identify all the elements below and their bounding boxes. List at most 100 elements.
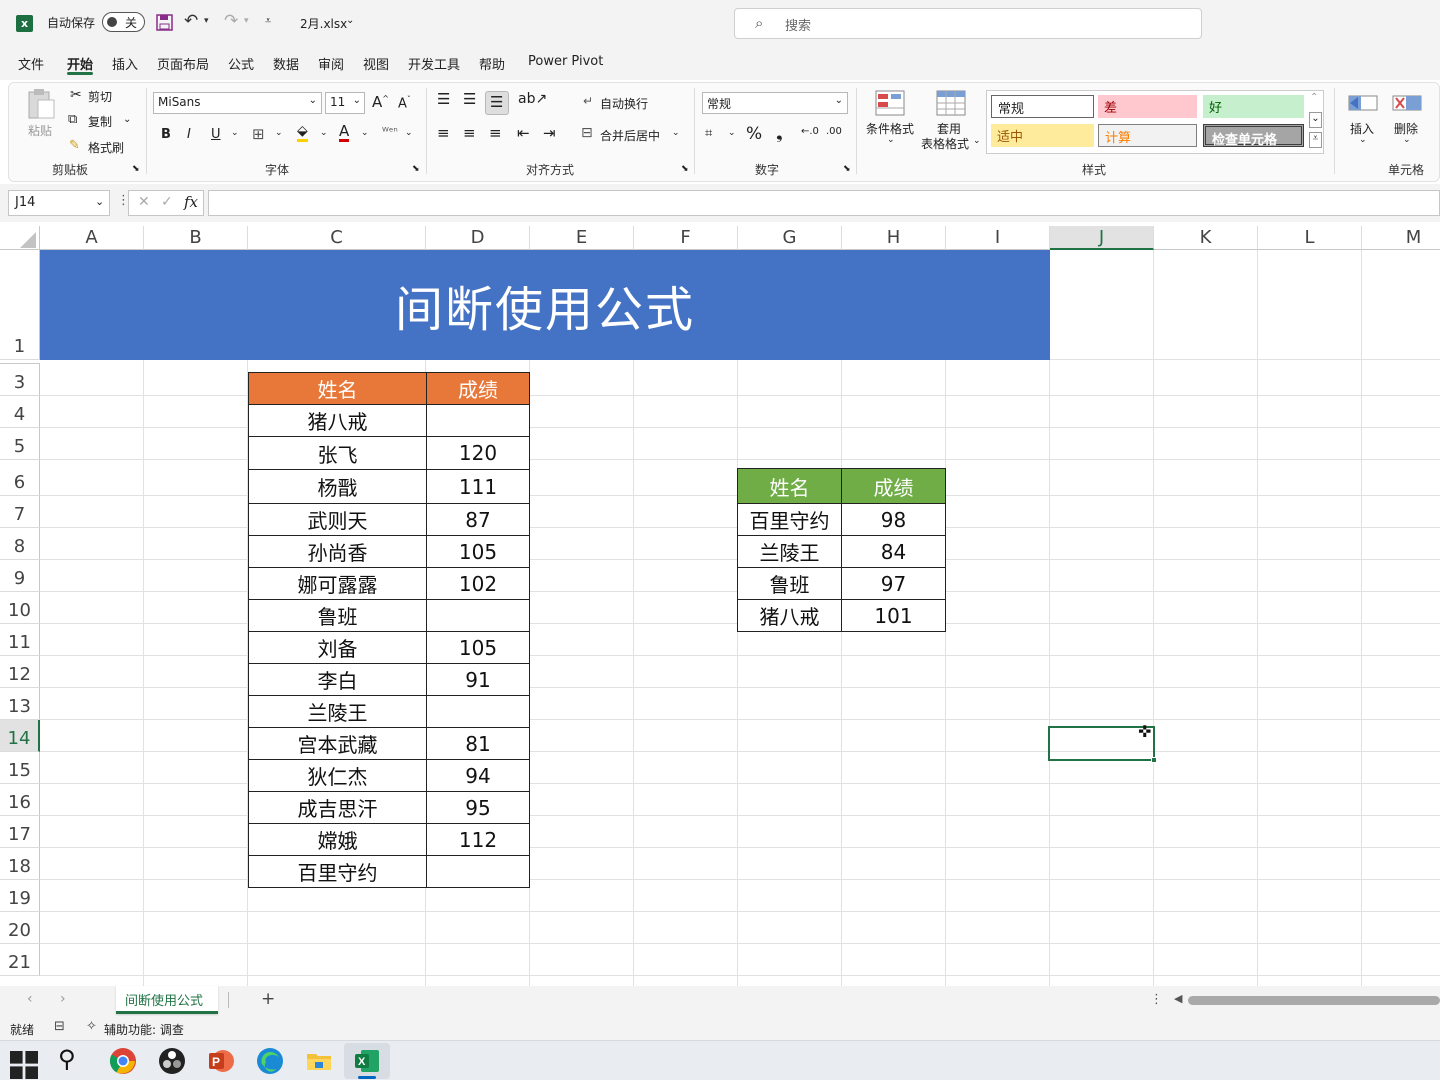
align-middle-icon[interactable]: ☰ xyxy=(463,90,476,108)
obs-icon[interactable] xyxy=(158,1047,186,1075)
row-header-19[interactable]: 19 xyxy=(0,880,40,912)
merge-center-icon[interactable]: ⊟ xyxy=(581,125,593,141)
style-normal[interactable]: 常规 xyxy=(991,95,1094,118)
column-header-j[interactable]: J xyxy=(1050,226,1154,250)
redo-icon[interactable]: ↷ xyxy=(224,11,238,31)
table1-cell-score[interactable]: 81 xyxy=(426,727,530,760)
delete-cells-button[interactable]: 删除 ⌄ xyxy=(1388,88,1426,150)
format-as-table-button[interactable]: 套用 表格格式 ⌄ xyxy=(918,88,982,151)
table2-header-name[interactable]: 姓名 xyxy=(737,468,842,504)
table1-cell-name[interactable]: 刘备 xyxy=(248,631,427,664)
powerpoint-icon[interactable]: P xyxy=(207,1047,235,1075)
chrome-icon[interactable] xyxy=(109,1047,137,1075)
font-name-select[interactable]: MiSans ⌄ xyxy=(153,92,322,114)
table2-cell-score[interactable]: 97 xyxy=(841,567,946,600)
table1-cell-name[interactable]: 成吉思汗 xyxy=(248,791,427,824)
comma-icon[interactable]: ❟ xyxy=(776,124,783,144)
increase-indent-icon[interactable]: ⇥ xyxy=(543,124,556,142)
scroll-left-icon[interactable]: ◀ xyxy=(1174,992,1182,1005)
edge-icon[interactable] xyxy=(256,1047,284,1075)
bold-icon[interactable]: B xyxy=(161,127,171,142)
cancel-icon[interactable]: ✕ xyxy=(138,194,150,210)
increase-font-icon[interactable]: A^ xyxy=(372,93,389,111)
accounting-icon[interactable]: ⌗ xyxy=(705,126,712,141)
row-header-1[interactable]: 1 xyxy=(0,250,40,360)
name-box[interactable]: J14 ⌄ xyxy=(8,190,110,216)
column-header-k[interactable]: K xyxy=(1154,226,1258,250)
column-header-l[interactable]: L xyxy=(1258,226,1362,250)
align-bottom-button[interactable]: ☰ xyxy=(485,91,509,115)
accessibility-icon[interactable]: ✧ xyxy=(86,1019,97,1034)
filename[interactable]: 2月.xlsx xyxy=(300,15,347,32)
alignment-launcher-icon[interactable]: ⬊ xyxy=(681,164,689,174)
taskbar-search-icon[interactable]: ⚲ xyxy=(58,1045,76,1073)
table1-cell-score[interactable] xyxy=(426,599,530,632)
excel-taskbar-active[interactable]: X xyxy=(344,1043,390,1079)
column-header-g[interactable]: G xyxy=(738,226,842,250)
more-icon[interactable]: ⋮ xyxy=(1150,992,1163,1007)
filename-chevron-icon[interactable]: ⌄ xyxy=(346,15,354,26)
table1-cell-name[interactable]: 武则天 xyxy=(248,503,427,536)
menu-developer[interactable]: 开发工具 xyxy=(408,54,460,73)
row-header-5[interactable]: 5 xyxy=(0,428,40,460)
row-header-4[interactable]: 4 xyxy=(0,396,40,428)
phonetic-dropdown-icon[interactable]: ⌄ xyxy=(405,128,413,138)
table1-cell-name[interactable]: 孙尚香 xyxy=(248,535,427,568)
table1-cell-name[interactable]: 杨戬 xyxy=(248,469,427,504)
table1-cell-score[interactable]: 87 xyxy=(426,503,530,536)
row-header-13[interactable]: 13 xyxy=(0,688,40,720)
table1-cell-score[interactable]: 102 xyxy=(426,567,530,600)
style-calculation[interactable]: 计算 xyxy=(1098,124,1197,147)
row-header-15[interactable]: 15 xyxy=(0,752,40,784)
row-header-16[interactable]: 16 xyxy=(0,784,40,816)
styles-scroll[interactable]: ⌃ ⌄ ⩡ xyxy=(1308,92,1323,152)
percent-icon[interactable]: % xyxy=(746,124,762,144)
chevron-down-icon[interactable]: ⌄ xyxy=(1309,112,1322,128)
file-explorer-icon[interactable] xyxy=(305,1047,333,1075)
row-header-7[interactable]: 7 xyxy=(0,496,40,528)
align-left-icon[interactable]: ≡ xyxy=(437,124,450,142)
row-header-10[interactable]: 10 xyxy=(0,592,40,624)
table1-cell-score[interactable]: 94 xyxy=(426,759,530,792)
sheet-title-banner[interactable]: 间断使用公式 xyxy=(40,250,1050,360)
clipboard-launcher-icon[interactable]: ⬊ xyxy=(132,164,140,174)
table2-cell-name[interactable]: 鲁班 xyxy=(737,567,842,600)
paste-button[interactable]: 粘贴 xyxy=(26,88,60,150)
insert-function-icon[interactable]: fx xyxy=(184,193,198,211)
fill-dropdown-icon[interactable]: ⌄ xyxy=(320,128,328,138)
table1-cell-name[interactable]: 兰陵王 xyxy=(248,695,427,728)
windows-start-icon[interactable] xyxy=(10,1051,38,1079)
table1-cell-name[interactable]: 猪八戒 xyxy=(248,404,427,437)
table1-cell-score[interactable] xyxy=(426,695,530,728)
undo-dropdown-icon[interactable]: ▾ xyxy=(204,16,209,26)
decrease-font-icon[interactable]: Aˇ xyxy=(398,95,411,111)
align-top-icon[interactable]: ☰ xyxy=(437,90,450,108)
chevron-up-icon[interactable]: ⌃ xyxy=(1310,92,1318,103)
row-header-11[interactable]: 11 xyxy=(0,624,40,656)
customize-toolbar-icon[interactable]: ⩡ xyxy=(265,14,271,28)
table1-cell-name[interactable]: 宫本武藏 xyxy=(248,727,427,760)
column-header-a[interactable]: A xyxy=(40,226,144,250)
row-header-21[interactable]: 21 xyxy=(0,944,40,976)
italic-icon[interactable]: I xyxy=(187,127,191,142)
table2-header-score[interactable]: 成绩 xyxy=(841,468,946,504)
copy-icon[interactable]: ⧉ xyxy=(68,112,77,127)
wrap-text-icon[interactable]: ↵ xyxy=(583,94,593,108)
table1-cell-name[interactable]: 张飞 xyxy=(248,436,427,470)
font-color-icon[interactable]: A xyxy=(339,124,350,142)
border-dropdown-icon[interactable]: ⌄ xyxy=(275,128,283,138)
table2-cell-name[interactable]: 兰陵王 xyxy=(737,535,842,568)
table2-cell-score[interactable]: 84 xyxy=(841,535,946,568)
cut-icon[interactable]: ✂ xyxy=(70,87,82,103)
select-all-corner[interactable] xyxy=(0,226,40,250)
align-right-icon[interactable]: ≡ xyxy=(489,124,502,142)
number-launcher-icon[interactable]: ⬊ xyxy=(843,164,851,174)
column-header-c[interactable]: C xyxy=(248,226,426,250)
accessibility-status[interactable]: 辅助功能: 调查 xyxy=(104,1021,184,1038)
row-header-17[interactable]: 17 xyxy=(0,816,40,848)
row-header-14[interactable]: 14 xyxy=(0,720,40,752)
sheet-tab-active[interactable]: 间断使用公式 xyxy=(116,986,218,1014)
row-header-20[interactable]: 20 xyxy=(0,912,40,944)
border-icon[interactable]: ⊞ xyxy=(252,125,265,143)
cut-label[interactable]: 剪切 xyxy=(88,88,112,105)
